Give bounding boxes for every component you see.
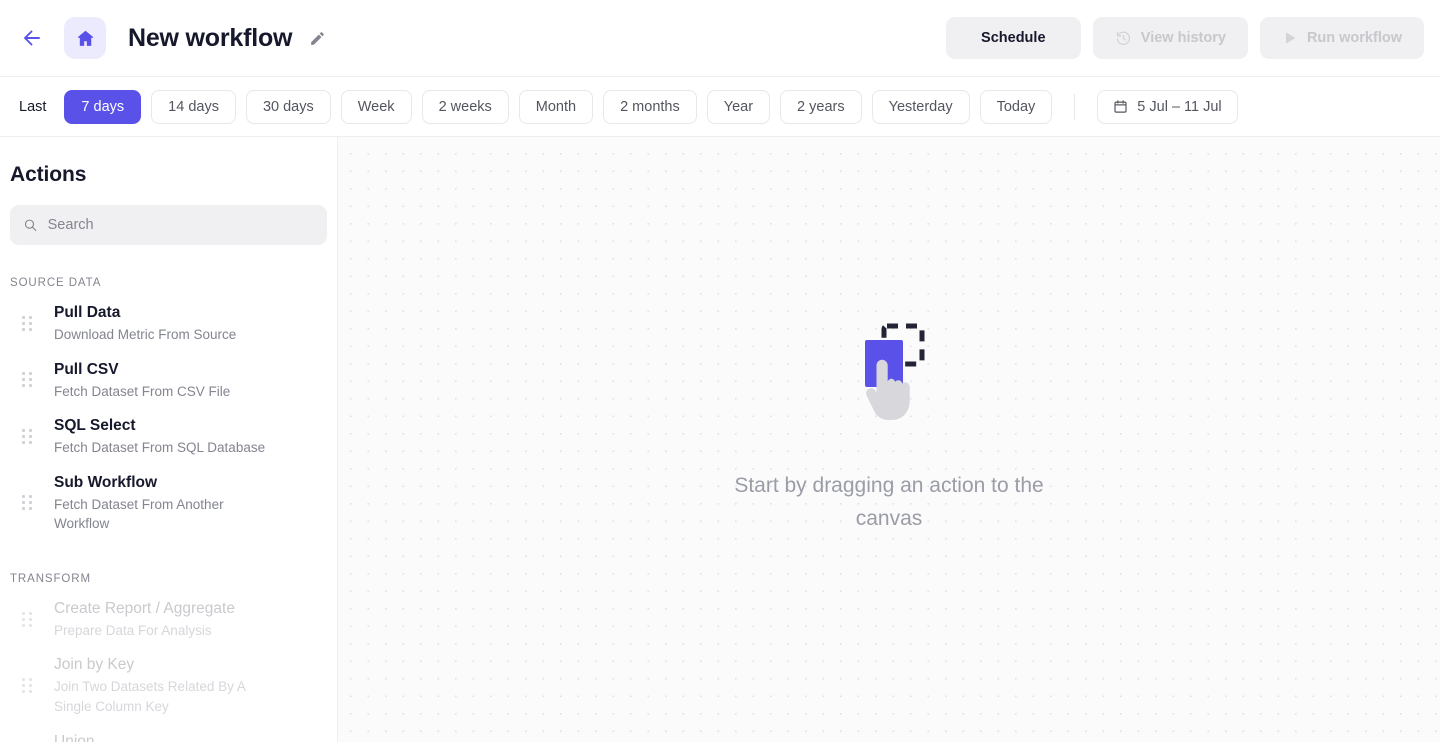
action-item-text: Create Report / AggregatePrepare Data Fo… [54, 598, 327, 641]
home-button[interactable] [64, 17, 106, 59]
search-field-wrapper[interactable] [10, 205, 327, 245]
action-item: Join by KeyJoin Two Datasets Related By … [0, 647, 337, 723]
action-group-list: SOURCE DATA Pull DataDownload Metric From… [0, 277, 337, 742]
drag-handle-icon[interactable] [0, 429, 54, 444]
time-range-pill[interactable]: 2 years [780, 90, 862, 124]
play-icon [1282, 30, 1298, 46]
action-item[interactable]: Sub WorkflowFetch Dataset From Another W… [0, 465, 337, 541]
view-history-button-label: View history [1141, 30, 1226, 46]
filter-divider [1074, 94, 1075, 120]
action-item-title: Sub Workflow [54, 472, 267, 494]
time-range-pill[interactable]: 14 days [151, 90, 236, 124]
time-range-pill-group: 7 days 14 days 30 days Week 2 weeks Month 2 mo… [64, 90, 1052, 124]
action-item-description: Prepare Data For Analysis [54, 621, 267, 641]
search-input[interactable] [48, 217, 314, 233]
drag-handle-icon[interactable] [0, 372, 54, 387]
home-icon [75, 28, 96, 49]
calendar-icon [1113, 99, 1128, 114]
time-range-pill[interactable]: 7 days [64, 90, 141, 124]
action-item-text: Sub WorkflowFetch Dataset From Another W… [54, 472, 327, 534]
action-item-title: SQL Select [54, 415, 267, 437]
action-item-description: Fetch Dataset From SQL Database [54, 438, 267, 458]
action-item-description: Download Metric From Source [54, 325, 267, 345]
time-range-pill[interactable]: Month [519, 90, 593, 124]
action-item-description: Fetch Dataset From CSV File [54, 382, 267, 402]
actions-heading: Actions [0, 163, 337, 187]
main-body: Actions SOURCE DATA Pull DataDownload Met… [0, 137, 1440, 742]
date-range-button[interactable]: 5 Jul – 11 Jul [1097, 90, 1237, 124]
pencil-icon [309, 30, 326, 47]
schedule-button-label: Schedule [981, 30, 1045, 46]
action-item-text: UnionUnion Datasets [54, 731, 327, 742]
canvas-empty-state: Start by dragging an action to the canva… [729, 318, 1049, 535]
time-range-pill[interactable]: Year [707, 90, 770, 124]
action-item-title: Pull CSV [54, 359, 267, 381]
time-range-pill[interactable]: Yesterday [872, 90, 970, 124]
time-range-pill[interactable]: 30 days [246, 90, 331, 124]
run-workflow-button[interactable]: Run workflow [1260, 17, 1424, 59]
action-item: UnionUnion Datasets [0, 724, 337, 742]
action-item: Create Report / AggregatePrepare Data Fo… [0, 591, 337, 648]
action-item[interactable]: SQL SelectFetch Dataset From SQL Databas… [0, 408, 337, 465]
action-item-title: Create Report / Aggregate [54, 598, 267, 620]
time-range-pill[interactable]: Week [341, 90, 412, 124]
time-range-pill[interactable]: 2 weeks [422, 90, 509, 124]
time-range-pill[interactable]: 2 months [603, 90, 697, 124]
drag-handle-icon[interactable] [0, 316, 54, 331]
action-group-label: SOURCE DATA [0, 277, 337, 289]
view-history-button[interactable]: View history [1093, 17, 1248, 59]
edit-title-button[interactable] [306, 27, 328, 49]
action-item-description: Fetch Dataset From Another Workflow [54, 495, 267, 534]
time-range-filter-bar: Last 7 days 14 days 30 days Week 2 weeks Mont… [0, 77, 1440, 137]
app-header: New workflow Schedule View history Run w… [0, 0, 1440, 77]
schedule-button[interactable]: Schedule [946, 17, 1081, 59]
action-item-title: Union [54, 731, 267, 742]
last-label: Last [10, 99, 54, 115]
action-item-title: Pull Data [54, 302, 267, 324]
actions-sidebar: Actions SOURCE DATA Pull DataDownload Met… [0, 137, 338, 742]
time-range-pill[interactable]: Today [980, 90, 1053, 124]
action-item-text: Join by KeyJoin Two Datasets Related By … [54, 654, 327, 716]
drag-handle-icon [0, 612, 54, 627]
action-item-description: Join Two Datasets Related By A Single Co… [54, 677, 267, 716]
drag-handle-icon [0, 678, 54, 693]
date-range-label: 5 Jul – 11 Jul [1137, 99, 1221, 115]
clock-history-icon [1115, 30, 1132, 47]
drag-handle-icon[interactable] [0, 495, 54, 510]
back-button[interactable] [12, 18, 52, 58]
action-item-text: Pull CSVFetch Dataset From CSV File [54, 359, 327, 402]
run-workflow-button-label: Run workflow [1307, 30, 1402, 46]
action-item[interactable]: Pull DataDownload Metric From Source [0, 295, 337, 352]
action-item-title: Join by Key [54, 654, 267, 676]
arrow-left-icon [20, 26, 44, 50]
action-group-label: TRANSFORM [0, 573, 337, 585]
action-item[interactable]: Pull CSVFetch Dataset From CSV File [0, 352, 337, 409]
search-icon [23, 217, 38, 233]
drag-to-canvas-icon [829, 318, 949, 428]
workflow-canvas[interactable]: Start by dragging an action to the canva… [338, 137, 1440, 742]
page-title: New workflow [128, 24, 292, 53]
action-item-text: SQL SelectFetch Dataset From SQL Databas… [54, 415, 327, 458]
empty-state-message: Start by dragging an action to the canva… [729, 470, 1049, 535]
action-item-text: Pull DataDownload Metric From Source [54, 302, 327, 345]
